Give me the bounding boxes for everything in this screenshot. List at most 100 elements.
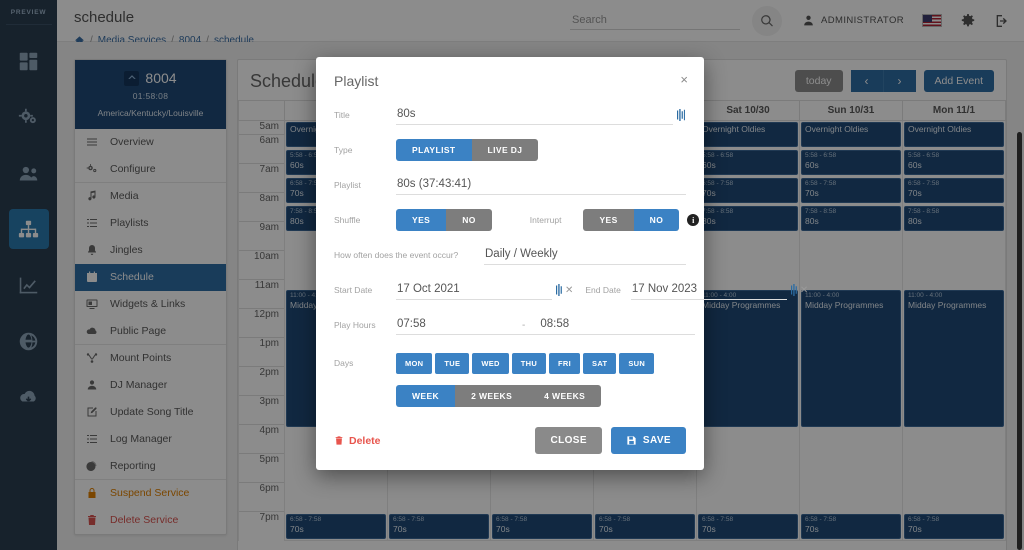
sidebar-item-jingles[interactable]: Jingles <box>75 237 226 264</box>
calendar-event[interactable]: 5:58 - 6:5860s <box>904 150 1004 175</box>
type-option-playlist[interactable]: PLAYLIST <box>396 139 472 161</box>
interval-option-4-weeks[interactable]: 4 WEEKS <box>528 385 602 407</box>
next-week-button[interactable]: › <box>882 70 916 92</box>
close-icon[interactable]: × <box>676 71 692 88</box>
day-toggle-thu[interactable]: THU <box>511 352 547 374</box>
field-playlist-row: Playlist <box>334 169 686 201</box>
shuffle-option-no[interactable]: NO <box>446 209 492 231</box>
time-label: 11am <box>238 279 285 309</box>
start-date-clear-icon[interactable]: ✕ <box>565 285 573 296</box>
start-date-picker-icon[interactable] <box>556 284 565 296</box>
calendar-event[interactable]: 6:58 - 7:5870s <box>389 514 489 539</box>
modal-close-button[interactable]: CLOSE <box>535 427 602 454</box>
day-toggle-wed[interactable]: WED <box>472 352 509 374</box>
day-toggle-fri[interactable]: FRI <box>549 352 581 374</box>
globe-icon[interactable] <box>9 321 49 361</box>
interrupt-option-no[interactable]: NO <box>633 209 680 231</box>
calendar-event[interactable]: 6:58 - 7:5870s <box>801 178 901 203</box>
logout-icon[interactable] <box>994 13 1010 29</box>
users-icon[interactable] <box>9 153 49 193</box>
calendar-event[interactable]: 6:58 - 7:5870s <box>492 514 592 539</box>
settings-gears-icon[interactable] <box>9 97 49 137</box>
sidebar-item-configure[interactable]: Configure <box>75 156 226 183</box>
sidebar-item-public-page[interactable]: Public Page <box>75 318 226 345</box>
recurrence-input[interactable] <box>484 245 686 265</box>
type-option-live-dj[interactable]: LIVE DJ <box>471 139 539 161</box>
dashboard-icon[interactable] <box>9 41 49 81</box>
calendar-event[interactable]: 5:58 - 6:5860s <box>698 150 798 175</box>
interval-option-2-weeks[interactable]: 2 WEEKS <box>455 385 529 407</box>
sidebar-item-dj-manager[interactable]: DJ Manager <box>75 372 226 399</box>
calendar-event[interactable]: 6:58 - 7:5870s <box>904 178 1004 203</box>
calendar-event[interactable]: 6:58 - 7:5870s <box>904 514 1004 539</box>
calendar-event[interactable]: 11:00 - 4:00Midday Programmes <box>801 290 901 427</box>
user-menu[interactable]: ADMINISTRATOR <box>802 14 904 27</box>
grid-cell[interactable]: Overnight Oldies 5:58 - 6:5860s 6:58 - 7:5… <box>696 120 800 541</box>
calendar-event[interactable]: 11:00 - 4:00Midday Programmes <box>904 290 1004 427</box>
calendar-event[interactable]: 7:58 - 8:5880s <box>698 206 798 231</box>
sidebar-item-media[interactable]: Media <box>75 183 226 210</box>
prev-week-button[interactable]: ‹ <box>851 70 883 92</box>
calendar-event[interactable]: 6:58 - 7:5870s <box>801 514 901 539</box>
play-hours-from-input[interactable] <box>396 315 552 335</box>
calendar-event[interactable]: 7:58 - 8:5880s <box>801 206 901 231</box>
event-name: 70s <box>805 524 819 534</box>
calendar-event[interactable]: Overnight Oldies <box>904 122 1004 147</box>
cloud-download-icon[interactable] <box>9 377 49 417</box>
search-area <box>570 5 783 36</box>
interrupt-option-yes[interactable]: YES <box>583 209 634 231</box>
event-time: 6:58 - 7:58 <box>805 516 837 523</box>
play-hours-to-input[interactable] <box>539 315 696 335</box>
title-input[interactable] <box>396 105 673 125</box>
sidebar-item-reporting[interactable]: Reporting <box>75 453 226 480</box>
gear-icon[interactable] <box>960 13 976 29</box>
shuffle-option-yes[interactable]: YES <box>396 209 447 231</box>
sidebar-item-log-manager[interactable]: Log Manager <box>75 426 226 453</box>
grid-cell[interactable]: Overnight Oldies 5:58 - 6:5860s 6:58 - 7:5… <box>902 120 1006 541</box>
calendar-event[interactable]: 6:58 - 7:5870s <box>698 178 798 203</box>
add-event-button[interactable]: Add Event <box>923 70 994 92</box>
day-toggle-sat[interactable]: SAT <box>583 352 617 374</box>
day-toggle-sun[interactable]: SUN <box>619 352 655 374</box>
calendar-event[interactable]: Overnight Oldies <box>698 122 798 147</box>
start-date-input[interactable] <box>396 280 552 300</box>
sidebar-item-overview[interactable]: Overview <box>75 129 226 156</box>
search-input[interactable] <box>570 11 741 30</box>
sidebar-item-widgets-links[interactable]: Widgets & Links <box>75 291 226 318</box>
sidebar-item-mount-points[interactable]: Mount Points <box>75 345 226 372</box>
us-flag-icon[interactable] <box>922 14 942 27</box>
search-button[interactable] <box>752 5 783 36</box>
calendar-event[interactable]: 6:58 - 7:5870s <box>286 514 386 539</box>
calendar-event[interactable]: 6:58 - 7:5870s <box>698 514 798 539</box>
delete-button[interactable]: Delete <box>334 435 381 447</box>
day-toggle-mon[interactable]: MON <box>396 352 433 374</box>
calendar-event[interactable]: 11:00 - 4:00Midday Programmes <box>698 290 798 427</box>
search-icon <box>761 14 773 26</box>
calendar-event[interactable]: 7:58 - 8:5880s <box>904 206 1004 231</box>
today-button[interactable]: today <box>794 70 843 92</box>
sidebar-item-playlists[interactable]: Playlists <box>75 210 226 237</box>
sitemap-icon[interactable] <box>8 209 49 249</box>
end-date-picker-icon[interactable] <box>790 284 800 296</box>
event-time: 6:58 - 7:58 <box>393 516 425 523</box>
sidebar-item-update-song-title[interactable]: Update Song Title <box>75 399 226 426</box>
type-toggle-group: PLAYLIST LIVE DJ <box>396 139 539 161</box>
end-date-input[interactable] <box>630 280 787 300</box>
modal-save-button[interactable]: SAVE <box>610 427 686 454</box>
info-icon[interactable]: i <box>687 214 700 226</box>
end-date-clear-icon[interactable]: ✕ <box>800 285 808 296</box>
playlist-input[interactable] <box>396 175 686 195</box>
calendar-event[interactable]: 5:58 - 6:5860s <box>801 150 901 175</box>
playlist-picker-icon[interactable] <box>677 109 686 121</box>
grid-cell[interactable]: Overnight Oldies 5:58 - 6:5860s 6:58 - 7:5… <box>799 120 903 541</box>
calendar-event[interactable]: 6:58 - 7:5870s <box>595 514 695 539</box>
music-note-icon <box>85 190 99 202</box>
sidebar-item-suspend-service[interactable]: Suspend Service <box>75 480 226 507</box>
sidebar-item-delete-service[interactable]: Delete Service <box>75 507 226 534</box>
day-toggle-tue[interactable]: TUE <box>435 352 470 374</box>
analytics-icon[interactable] <box>9 265 49 305</box>
interval-option-week[interactable]: WEEK <box>396 385 456 407</box>
page-scrollbar[interactable] <box>1017 132 1022 550</box>
sidebar-item-schedule[interactable]: Schedule <box>75 264 226 291</box>
calendar-event[interactable]: Overnight Oldies <box>801 122 901 147</box>
